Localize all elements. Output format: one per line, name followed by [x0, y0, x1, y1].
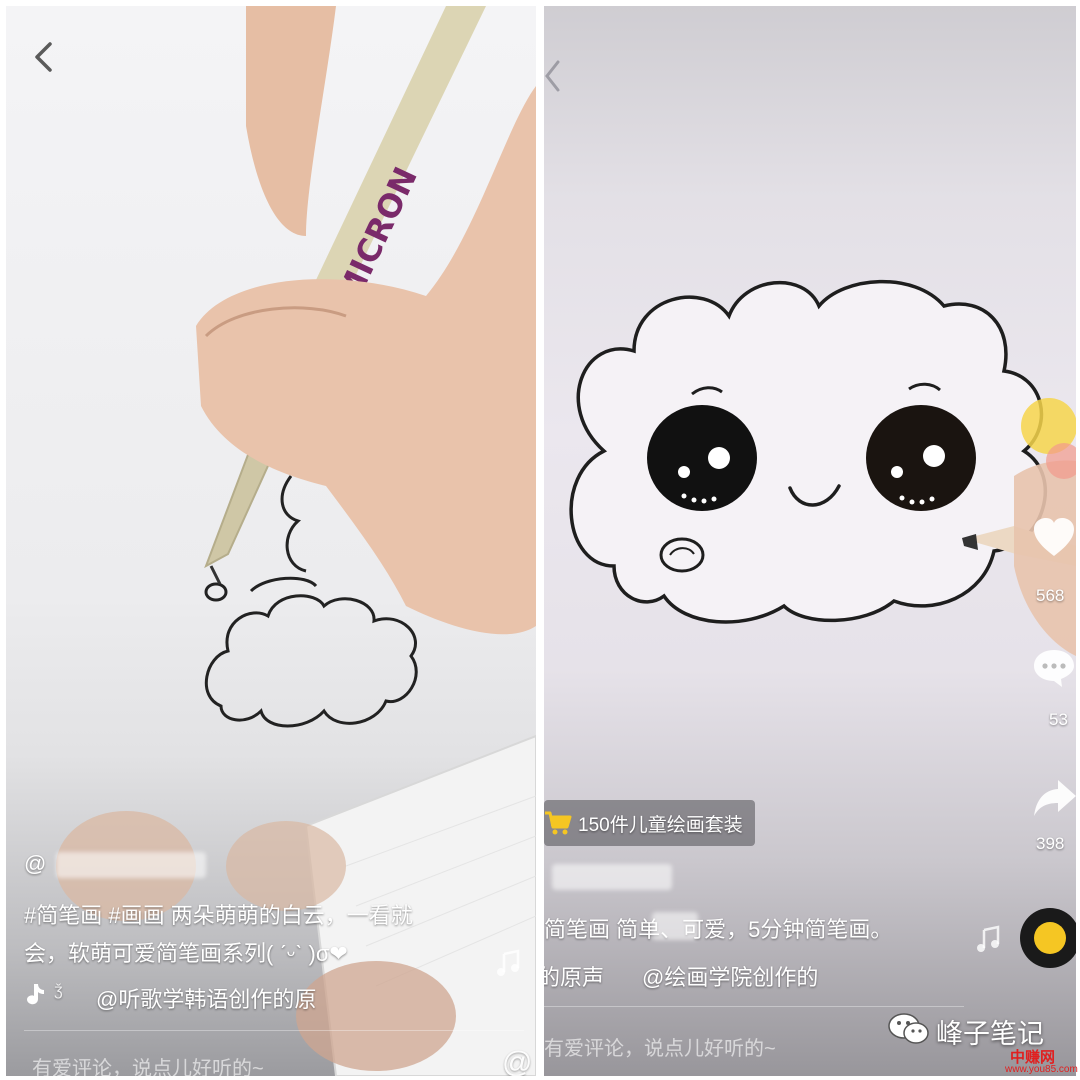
music-note-icon [497, 949, 520, 976]
back-arrow-icon[interactable] [544, 58, 562, 94]
share-arrow-icon[interactable] [1032, 776, 1076, 820]
author-handle[interactable]: @ [24, 851, 46, 877]
wechat-icon [888, 1013, 929, 1044]
shopping-cart-icon [545, 811, 572, 835]
blurred-author-name [56, 852, 206, 878]
blurred-caption-word [652, 912, 698, 940]
comment-count: 53 [1049, 710, 1068, 729]
music-source[interactable]: @绘画学院创作的 [642, 960, 818, 992]
video-caption: 简笔画 简单、可爱，5分钟简笔画。 [544, 917, 893, 942]
product-promo[interactable]: 150件儿童绘画套装 [544, 800, 755, 846]
right-video-panel[interactable]: 568 53 398 150件儿童绘画套装 简笔画 简单、可爱，5分钟简笔画。 … [544, 6, 1076, 1076]
watermark-url: www.you85.com [1005, 1064, 1078, 1075]
music-source[interactable]: @听歌学韩语创作的原 [96, 982, 316, 1014]
back-arrow-icon[interactable] [26, 38, 64, 76]
like-heart-icon[interactable] [1032, 516, 1076, 560]
mention-button[interactable]: @ [502, 1046, 532, 1076]
comment-bubble-icon[interactable] [1032, 646, 1076, 690]
video-caption-line2: 会，软萌可爱简笔画系列( ˊᵕˋ )σ❤ [24, 941, 348, 966]
comment-divider [544, 1006, 964, 1007]
left-video-panel[interactable]: MICRON @ #简笔画 #画画 两朵萌萌的白云，一看就 会，软萌可爱简笔画系… [6, 6, 536, 1076]
comment-input[interactable]: 有爱评论，说点儿好听的~ [32, 1052, 264, 1076]
music-disc[interactable] [1020, 908, 1076, 968]
comment-divider [24, 1030, 524, 1031]
comment-input[interactable]: 有爱评论，说点儿好听的~ [544, 1032, 776, 1061]
music-marquee-fragment: ǯ [54, 982, 63, 999]
music-prefix: 的原声 [544, 965, 605, 990]
share-count: 398 [1036, 834, 1065, 853]
video-caption-line1: #简笔画 #画画 两朵萌萌的白云，一看就 [24, 903, 413, 928]
tiktok-note-icon [27, 984, 44, 1005]
like-count: 568 [1036, 586, 1065, 605]
music-note-icon [977, 925, 1000, 952]
music-disc-avatar [1034, 922, 1066, 954]
blurred-author-name [552, 864, 672, 890]
product-label: 150件儿童绘画套装 [578, 814, 743, 836]
